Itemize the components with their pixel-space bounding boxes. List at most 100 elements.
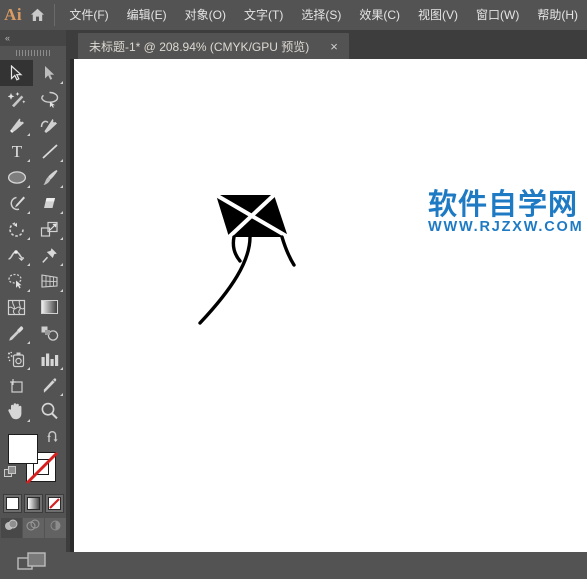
rotate-tool[interactable] <box>0 216 33 242</box>
menu-object[interactable]: 对象(O) <box>176 0 235 30</box>
mesh-icon <box>7 299 26 316</box>
fill-stroke-control <box>0 430 66 492</box>
default-fill-stroke-icon[interactable] <box>4 466 17 479</box>
draw-inside-icon <box>49 519 62 537</box>
hand-icon <box>7 402 26 420</box>
hand-tool[interactable] <box>0 398 33 424</box>
curvature-tool[interactable] <box>33 112 66 138</box>
curvature-icon <box>40 117 59 134</box>
gradient-tool[interactable] <box>33 294 66 320</box>
menu-divider <box>53 4 55 26</box>
ellipse-icon <box>7 170 27 185</box>
perspective-grid-icon <box>40 273 59 289</box>
fill-swatch[interactable] <box>8 434 38 464</box>
watermark-url-text: WWW.RJZXW.COM <box>428 219 584 236</box>
scale-icon <box>40 221 59 238</box>
perspective-grid-tool[interactable] <box>33 268 66 294</box>
close-icon[interactable]: × <box>327 39 341 54</box>
symbol-sprayer-tool[interactable] <box>0 346 33 372</box>
menu-select[interactable]: 选择(S) <box>292 0 350 30</box>
blend-icon <box>40 325 59 341</box>
gradient-mode-button[interactable] <box>23 494 43 513</box>
magnifier-icon <box>40 402 59 420</box>
paintbrush-icon <box>40 169 59 186</box>
line-segment-tool[interactable] <box>33 138 66 164</box>
watermark: 软件自学网 WWW.RJZXW.COM <box>428 189 584 236</box>
change-screen-mode-button[interactable] <box>0 550 66 579</box>
tool-flyout-corner <box>27 133 30 136</box>
menu-effect[interactable]: 效果(C) <box>350 0 409 30</box>
menu-type[interactable]: 文字(T) <box>235 0 292 30</box>
type-tool[interactable]: T <box>0 138 33 164</box>
home-button[interactable] <box>26 0 49 30</box>
tool-flyout-corner <box>60 159 63 162</box>
mesh-tool[interactable] <box>0 294 33 320</box>
screen-mode-icon <box>17 550 49 579</box>
blend-tool[interactable] <box>33 320 66 346</box>
draw-normal-button[interactable] <box>0 518 22 538</box>
width-tool[interactable] <box>0 242 33 268</box>
collapse-panel-icon[interactable]: « <box>5 33 10 43</box>
slice-tool[interactable] <box>33 372 66 398</box>
eraser-icon <box>40 195 59 211</box>
paintbrush-tool[interactable] <box>33 164 66 190</box>
document-tab-bar: 未标题-1* @ 208.94% (CMYK/GPU 预览) × <box>74 30 587 59</box>
pen-tool[interactable] <box>0 112 33 138</box>
slice-knife-icon <box>40 377 59 394</box>
tool-flyout-corner <box>60 263 63 266</box>
menu-item-list: 文件(F) 编辑(E) 对象(O) 文字(T) 选择(S) 效果(C) 视图(V… <box>60 0 587 30</box>
menu-bar: Ai 文件(F) 编辑(E) 对象(O) 文字(T) 选择(S) 效果(C) 视… <box>0 0 587 30</box>
zoom-tool[interactable] <box>33 398 66 424</box>
free-transform-tool[interactable] <box>33 242 66 268</box>
swap-fill-stroke-icon[interactable] <box>46 431 60 445</box>
bar-chart-icon <box>40 351 59 367</box>
kite-illustration[interactable] <box>192 189 312 339</box>
artboard-tool[interactable] <box>0 372 33 398</box>
menu-window[interactable]: 窗口(W) <box>467 0 528 30</box>
shape-builder-tool[interactable] <box>0 268 33 294</box>
toolbar-drag-handle[interactable] <box>0 46 66 60</box>
magic-wand-tool[interactable] <box>0 86 33 112</box>
tool-flyout-corner <box>60 237 63 240</box>
tool-flyout-corner <box>27 211 30 214</box>
artboard-canvas[interactable]: 软件自学网 WWW.RJZXW.COM <box>74 59 587 552</box>
none-mode-button[interactable] <box>44 494 64 513</box>
line-icon <box>41 143 59 160</box>
tool-flyout-corner <box>27 237 30 240</box>
none-slash-icon <box>47 497 61 510</box>
gradient-icon <box>40 299 59 315</box>
tool-flyout-corner <box>27 367 30 370</box>
tool-flyout-corner <box>27 419 30 422</box>
column-graph-tool[interactable] <box>33 346 66 372</box>
draw-normal-icon <box>4 519 18 537</box>
scale-tool[interactable] <box>33 216 66 242</box>
draw-behind-button[interactable] <box>22 518 44 538</box>
tool-flyout-corner <box>60 367 63 370</box>
menu-file[interactable]: 文件(F) <box>60 0 117 30</box>
tool-flyout-corner <box>60 81 63 84</box>
eyedropper-tool[interactable] <box>0 320 33 346</box>
eraser-tool[interactable] <box>33 190 66 216</box>
ellipse-tool[interactable] <box>0 164 33 190</box>
direct-selection-tool[interactable] <box>33 60 66 86</box>
shaper-tool[interactable] <box>0 190 33 216</box>
tool-flyout-corner <box>27 185 30 188</box>
illustrator-window: Ai 文件(F) 编辑(E) 对象(O) 文字(T) 选择(S) 效果(C) 视… <box>0 0 587 570</box>
svg-text:T: T <box>11 143 22 159</box>
draw-inside-button[interactable] <box>44 518 66 538</box>
shaper-pencil-icon <box>7 195 26 212</box>
menu-help[interactable]: 帮助(H) <box>528 0 587 30</box>
color-mode-button[interactable] <box>2 494 22 513</box>
rotate-icon <box>8 221 26 238</box>
menu-edit[interactable]: 编辑(E) <box>118 0 176 30</box>
tools-panel: « T <box>0 30 66 570</box>
selection-tool[interactable] <box>0 60 33 86</box>
type-icon: T <box>9 143 25 159</box>
tool-flyout-corner <box>27 263 30 266</box>
magic-wand-icon <box>7 91 26 108</box>
document-tab[interactable]: 未标题-1* @ 208.94% (CMYK/GPU 预览) × <box>78 33 349 59</box>
tool-flyout-corner <box>60 289 63 292</box>
lasso-tool[interactable] <box>33 86 66 112</box>
shape-builder-icon <box>7 273 26 289</box>
menu-view[interactable]: 视图(V) <box>409 0 467 30</box>
